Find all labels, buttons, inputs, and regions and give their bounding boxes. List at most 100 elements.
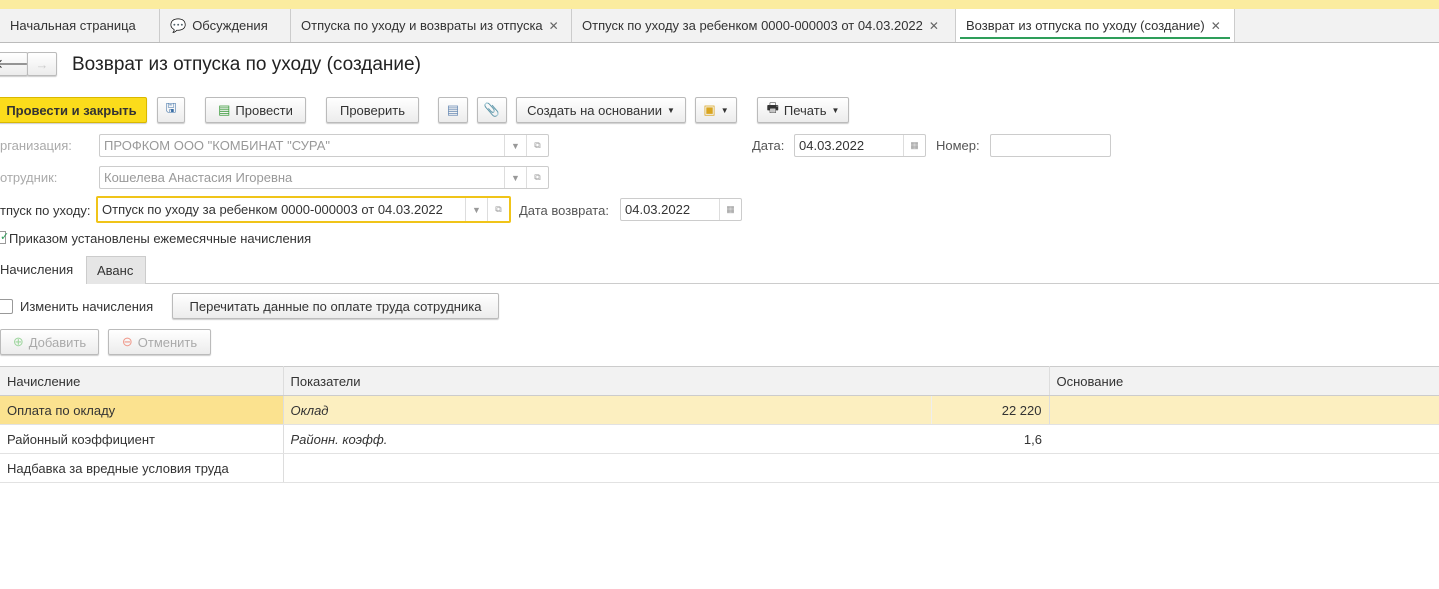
create-based-on-button[interactable]: Создать на основании ▼ xyxy=(516,97,686,123)
chevron-down-icon: ▼ xyxy=(720,105,729,115)
print-button[interactable]: 🖶 Печать ▼ xyxy=(757,97,849,123)
add-button[interactable]: ⊕ Добавить xyxy=(0,329,99,355)
calendar-icon[interactable]: ▦ xyxy=(903,135,925,156)
column-header[interactable]: Показатели xyxy=(283,366,1050,396)
back-button[interactable]: 🡐 xyxy=(0,52,31,76)
arrow-left-icon: 🡐 xyxy=(0,56,31,71)
tab-label: Обсуждения xyxy=(192,18,268,33)
tab-return-doc[interactable]: Возврат из отпуска по уходу (создание) ✕ xyxy=(956,9,1235,42)
print-label: Печать xyxy=(783,102,827,118)
create-based-label: Создать на основании xyxy=(527,102,662,118)
date-label: Дата: xyxy=(752,138,785,153)
basis xyxy=(1049,424,1439,454)
return-date-label: Дата возврата: xyxy=(519,203,609,218)
indicator-name: Оклад xyxy=(283,395,932,425)
tab-label: Отпуск по уходу за ребенком 0000-000003 … xyxy=(582,18,923,33)
tab-home[interactable]: Начальная страница xyxy=(0,9,160,42)
top-bar xyxy=(0,0,1439,9)
cancel-button[interactable]: ⊖ Отменить xyxy=(108,329,211,355)
tab-leaves-list[interactable]: Отпуска по уходу и возвраты из отпуска ✕ xyxy=(291,9,572,42)
reread-button[interactable]: Перечитать данные по оплате труда сотруд… xyxy=(172,293,499,319)
list-button[interactable]: ▤ xyxy=(438,97,468,123)
reports-button[interactable]: ▣ ▼ xyxy=(695,97,737,123)
open-icon[interactable]: ⧉ xyxy=(487,198,509,221)
accruals-table: Начисление Показатели Основание Оплата п… xyxy=(0,366,1439,483)
employee-field[interactable]: Кошелева Анастасия Игоревна ▼ ⧉ xyxy=(99,166,549,189)
list-icon: ▤ xyxy=(446,102,460,117)
check-button[interactable]: Проверить xyxy=(326,97,419,123)
paperclip-icon: 📎 xyxy=(483,102,501,117)
tab-leave-doc[interactable]: Отпуск по уходу за ребенком 0000-000003 … xyxy=(572,9,956,42)
date-field[interactable]: 04.03.2022 ▦ xyxy=(794,134,926,157)
calendar-icon[interactable]: ▦ xyxy=(719,199,741,220)
tab-discussions[interactable]: 💬 Обсуждения xyxy=(160,9,291,42)
open-icon[interactable]: ⧉ xyxy=(526,167,548,188)
return-date-value: 04.03.2022 xyxy=(625,202,691,217)
save-button[interactable]: 🖫 xyxy=(157,97,185,123)
dropdown-icon[interactable]: ▼ xyxy=(465,198,487,221)
tab-label: Отпуска по уходу и возвраты из отпуска xyxy=(301,18,543,33)
close-icon[interactable]: ✕ xyxy=(929,19,939,33)
change-accruals-checkbox[interactable] xyxy=(0,299,13,314)
table-row[interactable]: Оплата по окладу Оклад 22 220 xyxy=(0,395,1439,425)
indicator-value: 1,6 xyxy=(931,424,1049,454)
leave-label: тпуск по уходу: xyxy=(0,203,91,218)
post-icon: ▤ xyxy=(218,102,231,117)
tab-bar: Начальная страница 💬 Обсуждения Отпуска п… xyxy=(0,9,1439,43)
organization-value: ПРОФКОМ ООО "КОМБИНАТ "СУРА" xyxy=(104,138,331,153)
basis xyxy=(1049,453,1439,483)
post-and-close-button[interactable]: Провести и закрыть xyxy=(0,97,147,123)
close-icon[interactable]: ✕ xyxy=(1211,19,1221,33)
add-label: Добавить xyxy=(28,334,87,350)
dropdown-icon[interactable]: ▼ xyxy=(504,135,526,156)
arrow-right-icon: → xyxy=(35,56,49,72)
floppy-icon: 🖫 xyxy=(165,100,177,115)
tab-accruals[interactable]: Начисления xyxy=(0,256,86,284)
number-label: Номер: xyxy=(936,138,980,153)
accrual-name: Надбавка за вредные условия труда xyxy=(0,453,284,483)
chevron-down-icon: ▼ xyxy=(666,105,675,115)
table-header: Начисление Показатели Основание xyxy=(0,366,1439,396)
report-icon: ▣ xyxy=(703,102,716,117)
tab-label: Возврат из отпуска по уходу (создание) xyxy=(966,18,1205,33)
organization-label: рганизация: xyxy=(0,138,72,153)
table-row[interactable]: Районный коэффициент Районн. коэфф. 1,6 xyxy=(0,424,1439,454)
organization-field[interactable]: ПРОФКОМ ООО "КОМБИНАТ "СУРА" ▼ ⧉ xyxy=(99,134,549,157)
employee-label: отрудник: xyxy=(0,170,58,185)
dropdown-icon[interactable]: ▼ xyxy=(504,167,526,188)
tab-label: Начальная страница xyxy=(10,18,136,33)
forward-button[interactable]: → xyxy=(27,52,57,76)
tabs-divider xyxy=(0,283,1439,284)
indicator-name: Районн. коэфф. xyxy=(283,424,931,454)
printer-icon: 🖶 xyxy=(766,100,779,115)
indicator-value: 22 220 xyxy=(931,395,1050,425)
plus-icon: ⊕ xyxy=(12,334,24,349)
number-field[interactable] xyxy=(990,134,1111,157)
tab-advance[interactable]: Аванс xyxy=(86,256,146,284)
monthly-accruals-checkbox[interactable]: ✓ xyxy=(0,231,9,244)
indicator-name xyxy=(283,453,931,483)
minus-icon: ⊖ xyxy=(121,334,133,349)
basis xyxy=(1049,395,1439,425)
post-label: Провести xyxy=(235,102,293,118)
indicator-value xyxy=(931,453,1049,483)
post-button[interactable]: ▤ Провести xyxy=(205,97,306,123)
open-icon[interactable]: ⧉ xyxy=(526,135,548,156)
date-value: 04.03.2022 xyxy=(799,138,865,153)
accrual-name: Районный коэффициент xyxy=(0,424,284,454)
chevron-down-icon: ▼ xyxy=(831,105,840,115)
monthly-accruals-label: Приказом установлены ежемесячные начисле… xyxy=(9,231,312,246)
leave-field[interactable]: Отпуск по уходу за ребенком 0000-000003 … xyxy=(96,196,511,223)
column-header[interactable]: Основание xyxy=(1049,366,1439,396)
chat-icon: 💬 xyxy=(170,17,187,33)
page-title: Возврат из отпуска по уходу (создание) xyxy=(72,54,421,75)
cancel-label: Отменить xyxy=(137,334,198,350)
accrual-name: Оплата по окладу xyxy=(0,395,284,425)
close-icon[interactable]: ✕ xyxy=(549,19,559,33)
employee-value: Кошелева Анастасия Игоревна xyxy=(104,170,293,185)
leave-value: Отпуск по уходу за ребенком 0000-000003 … xyxy=(102,202,443,217)
attach-button[interactable]: 📎 xyxy=(477,97,507,123)
return-date-field[interactable]: 04.03.2022 ▦ xyxy=(620,198,742,221)
column-header[interactable]: Начисление xyxy=(0,366,284,396)
table-row[interactable]: Надбавка за вредные условия труда xyxy=(0,453,1439,483)
